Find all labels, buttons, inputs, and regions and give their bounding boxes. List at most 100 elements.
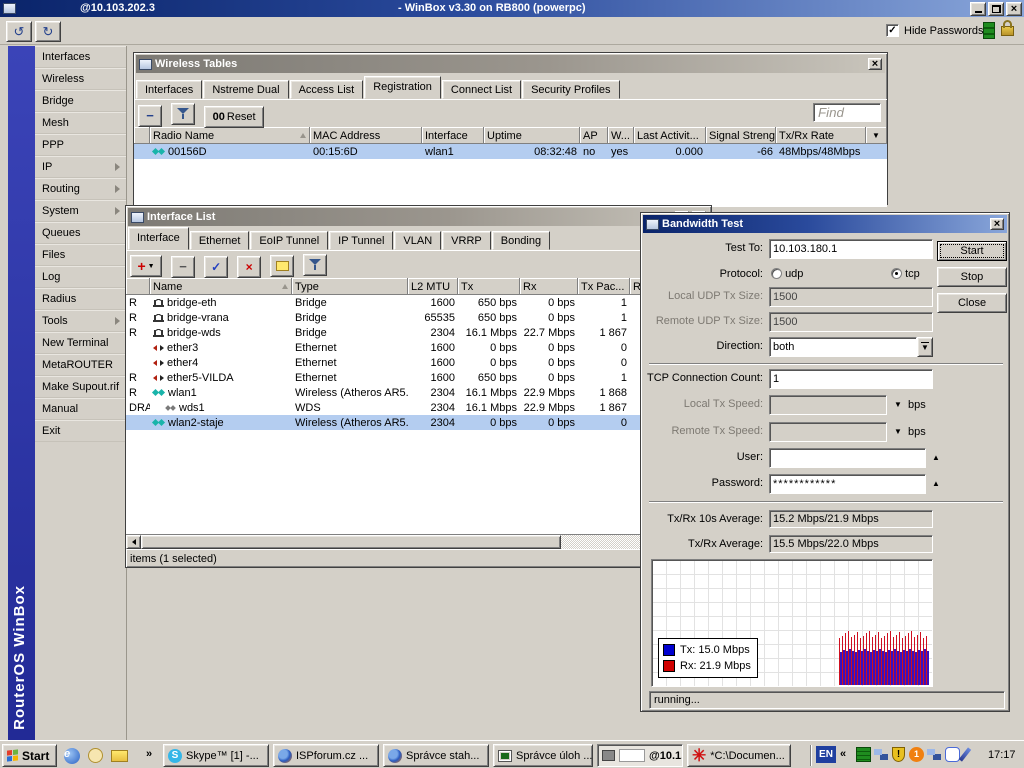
stop-button[interactable]: Stop xyxy=(937,267,1007,287)
tab-vlan[interactable]: VLAN xyxy=(394,231,441,250)
internet-explorer-icon[interactable]: e xyxy=(64,748,80,764)
restore-button[interactable] xyxy=(988,2,1004,16)
tray-messenger-icon[interactable] xyxy=(945,747,960,762)
tab-access-list[interactable]: Access List xyxy=(290,80,364,99)
taskbar-button-download-manager[interactable]: Správce stah... xyxy=(383,744,489,767)
taskbar-button-winbox[interactable]: @10.1... xyxy=(597,744,683,767)
wireless-tables-title-bar[interactable]: Wireless Tables × xyxy=(136,55,885,73)
tray-pen-icon[interactable] xyxy=(959,747,971,761)
scrollbar-thumb[interactable] xyxy=(141,535,561,549)
sidebar-item-files[interactable]: Files xyxy=(35,244,126,266)
chevron-down-icon[interactable]: ▼ xyxy=(894,428,902,436)
sidebar-item-bridge[interactable]: Bridge xyxy=(35,90,126,112)
sidebar-item-interfaces[interactable]: Interfaces xyxy=(35,46,126,68)
tray-security-shield-icon[interactable]: ! xyxy=(892,747,905,762)
col-tx[interactable]: Tx xyxy=(458,278,520,295)
main-title-bar[interactable]: @10.103.202.3 - WinBox v3.30 on RB800 (p… xyxy=(0,0,1024,17)
add-button[interactable]: +▼ xyxy=(130,255,162,277)
taskbar-button-ispforum[interactable]: ISPforum.cz ... xyxy=(273,744,379,767)
disable-button[interactable]: × xyxy=(237,256,261,278)
password-input[interactable] xyxy=(769,474,926,494)
scroll-left-button[interactable] xyxy=(126,535,141,549)
find-input[interactable] xyxy=(813,103,881,122)
chevron-up-icon[interactable]: ▲ xyxy=(932,480,940,488)
reset-button[interactable]: 00Reset xyxy=(204,106,264,128)
col-uptime[interactable]: Uptime xyxy=(484,127,580,144)
col-l2mtu[interactable]: L2 MTU xyxy=(408,278,458,295)
col-wds[interactable]: W... xyxy=(608,127,634,144)
col-type[interactable]: Type xyxy=(292,278,408,295)
tray-collapse-chevron[interactable]: « xyxy=(840,748,846,760)
minimize-button[interactable] xyxy=(970,2,986,16)
col-tx-packets[interactable]: Tx Pac... xyxy=(578,278,630,295)
sidebar-item-exit[interactable]: Exit xyxy=(35,420,126,442)
taskbar-button-skype[interactable]: S Skype™ [1] -... xyxy=(163,744,269,767)
close-button[interactable]: × xyxy=(990,218,1004,230)
tab-security-profiles[interactable]: Security Profiles xyxy=(522,80,619,99)
table-row[interactable]: R ether5-VILDA Ethernet 1600 650 bps 0 b… xyxy=(126,370,711,385)
col-flags[interactable] xyxy=(126,278,150,295)
remove-button[interactable]: − xyxy=(138,105,162,127)
sidebar-item-system[interactable]: System xyxy=(35,200,126,222)
language-indicator[interactable]: EN xyxy=(816,746,836,763)
table-row[interactable]: R wlan1 Wireless (Atheros AR5... 2304 16… xyxy=(126,385,711,400)
col-name[interactable]: Name xyxy=(150,278,292,295)
scheduler-icon[interactable] xyxy=(88,748,103,763)
filter-button[interactable] xyxy=(303,254,327,276)
table-row[interactable]: DRA wds1 WDS 2304 16.1 Mbps 22.9 Mbps 1 … xyxy=(126,400,711,415)
table-row[interactable]: R bridge-vrana Bridge 65535 650 bps 0 bp… xyxy=(126,310,711,325)
tab-connect-list[interactable]: Connect List xyxy=(442,80,521,99)
sidebar-item-radius[interactable]: Radius xyxy=(35,288,126,310)
col-rx[interactable]: Rx xyxy=(520,278,578,295)
taskbar-button-task-manager[interactable]: Správce úloh ... xyxy=(493,744,593,767)
undo-button[interactable]: ↺ xyxy=(6,21,32,42)
bandwidth-test-title-bar[interactable]: Bandwidth Test × xyxy=(643,215,1007,233)
col-flags[interactable] xyxy=(134,127,150,144)
sidebar-item-metarouter[interactable]: MetaROUTER xyxy=(35,354,126,376)
sidebar-item-log[interactable]: Log xyxy=(35,266,126,288)
sidebar-item-ip[interactable]: IP xyxy=(35,156,126,178)
sidebar-item-new-terminal[interactable]: New Terminal xyxy=(35,332,126,354)
tcp-count-input[interactable] xyxy=(769,369,933,389)
tab-nstreme-dual[interactable]: Nstreme Dual xyxy=(203,80,288,99)
tab-bonding[interactable]: Bonding xyxy=(492,231,550,250)
close-button[interactable]: Close xyxy=(937,293,1007,313)
direction-dropdown-button[interactable]: ▼ xyxy=(917,337,933,357)
table-row-selected[interactable]: wlan2-staje Wireless (Atheros AR5... 230… xyxy=(126,415,711,430)
sidebar-item-tools[interactable]: Tools xyxy=(35,310,126,332)
chevron-up-icon[interactable]: ▲ xyxy=(932,454,940,462)
tray-clock[interactable]: 17:17 xyxy=(988,749,1016,761)
tab-registration[interactable]: Registration xyxy=(364,76,441,99)
direction-select[interactable] xyxy=(769,337,917,357)
quick-launch-overflow-chevron[interactable]: » xyxy=(146,748,152,760)
tab-interface[interactable]: Interface xyxy=(128,227,189,250)
horizontal-scrollbar[interactable] xyxy=(126,534,711,549)
col-signal-strength[interactable]: Signal Strengt... xyxy=(706,127,776,144)
registration-row[interactable]: 00156D 00:15:6D wlan1 08:32:48 no yes 0.… xyxy=(134,144,887,159)
user-input[interactable] xyxy=(769,448,926,468)
col-txrx-rate[interactable]: Tx/Rx Rate xyxy=(776,127,866,144)
col-interface[interactable]: Interface xyxy=(422,127,484,144)
close-button[interactable]: × xyxy=(1006,2,1022,16)
remove-button[interactable]: − xyxy=(171,256,195,278)
test-to-input[interactable] xyxy=(769,239,933,259)
sidebar-item-manual[interactable]: Manual xyxy=(35,398,126,420)
protocol-tcp-radio[interactable]: tcp xyxy=(891,268,920,280)
redo-button[interactable]: ↻ xyxy=(35,21,61,42)
col-ap[interactable]: AP xyxy=(580,127,608,144)
interface-list-title-bar[interactable]: Interface List × xyxy=(128,208,709,226)
tab-eoip-tunnel[interactable]: EoIP Tunnel xyxy=(250,231,328,250)
table-row[interactable]: R bridge-wds Bridge 2304 16.1 Mbps 22.7 … xyxy=(126,325,711,340)
table-row[interactable]: ether3 Ethernet 1600 0 bps 0 bps 0 xyxy=(126,340,711,355)
folder-icon[interactable] xyxy=(111,750,128,762)
hide-passwords-checkbox[interactable]: ✓ xyxy=(886,24,899,37)
filter-button[interactable] xyxy=(171,103,195,125)
col-radio-name[interactable]: Radio Name xyxy=(150,127,310,144)
taskbar-button-document[interactable]: ✳ *C:\Documen... xyxy=(687,744,791,767)
protocol-udp-radio[interactable]: udp xyxy=(771,268,803,280)
sidebar-item-mesh[interactable]: Mesh xyxy=(35,112,126,134)
tab-interfaces[interactable]: Interfaces xyxy=(136,80,202,99)
tab-vrrp[interactable]: VRRP xyxy=(442,231,491,250)
tray-update-icon[interactable]: 1 xyxy=(909,747,924,762)
enable-button[interactable]: ✓ xyxy=(204,256,228,278)
